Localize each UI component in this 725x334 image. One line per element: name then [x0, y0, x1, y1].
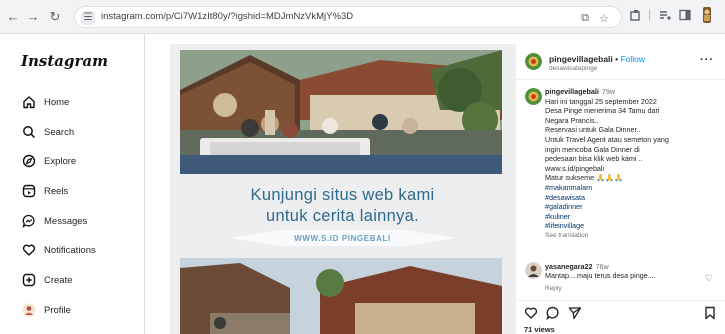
sidebar-item-create[interactable]: Create — [16, 270, 136, 292]
hashtag-link[interactable]: #lifeinvillage — [545, 221, 721, 231]
reload-icon[interactable]: ↻ — [46, 8, 64, 26]
comment-timestamp: 76w — [595, 262, 609, 271]
sidebar-item-reels[interactable]: Reels — [16, 181, 136, 203]
views-count: 71 views — [524, 325, 555, 334]
comment-text: Mantap....maju terus desa pinge.... — [545, 271, 656, 281]
like-heart-icon[interactable] — [524, 306, 538, 323]
post-caption: pingevillagebali 79w Hari ini tanggal 25 … — [545, 87, 721, 241]
back-arrow-icon[interactable]: ← — [4, 8, 22, 26]
see-translation-link[interactable]: See translation — [545, 231, 721, 241]
url-text: instagram.com/p/Ci7W1zIt80y/?igshid=MDJm… — [101, 11, 354, 22]
forward-arrow-icon[interactable]: → — [24, 8, 42, 26]
sidebar-item-profile[interactable]: Profile — [16, 300, 136, 322]
site-info-icon[interactable]: ☰ — [81, 11, 95, 25]
sidebar-item-label: Home — [44, 97, 70, 108]
caption-line: ingin mencoba Gala Dinner di — [545, 144, 640, 154]
commenter-avatar[interactable] — [525, 262, 542, 279]
sidebar: Instagram Home Search Explore Reels Mess… — [0, 34, 145, 334]
sidebar-item-home[interactable]: Home — [16, 92, 136, 114]
promo-heading-line2: untuk cerita lainnya. — [265, 207, 420, 225]
profile-avatar-icon — [21, 303, 37, 319]
post-detail-panel: pingevillagebali • Follow desawisataping… — [515, 44, 725, 334]
install-app-icon[interactable]: ⧉ — [581, 12, 589, 25]
reply-link[interactable]: Reply — [545, 285, 562, 292]
caption-line: Untuk Travel Agent atau semeton yang — [545, 134, 669, 144]
caption-line: Reservasi untuk Gala Dinner.. — [545, 125, 641, 135]
messages-icon — [21, 214, 37, 230]
caption-line: pedesaan bisa klik web kami .. — [545, 154, 643, 164]
more-options-icon[interactable]: ··· — [700, 54, 714, 66]
post-author-username[interactable]: pingevillagebali — [549, 54, 613, 64]
side-panel-icon[interactable] — [679, 9, 691, 24]
browser-toolbar: ← → ↻ ☰ instagram.com/p/Ci7W1zIt80y/?igs… — [0, 0, 725, 34]
post-photo-bottom — [180, 258, 502, 334]
caption-line: Hari ini tanggal 25 september 2022 — [545, 96, 657, 106]
sidebar-item-label: Create — [44, 275, 73, 286]
post-photo-top — [180, 50, 502, 174]
like-comment-heart-icon[interactable]: ♡ — [705, 273, 713, 284]
sidebar-item-label: Notifications — [44, 245, 96, 256]
hashtag-link[interactable]: #galadinner — [545, 202, 721, 212]
save-bookmark-icon[interactable] — [703, 306, 717, 323]
sidebar-item-label: Reels — [44, 186, 69, 197]
follow-button[interactable]: Follow — [620, 54, 645, 64]
caption-username[interactable]: pingevillagebali — [545, 87, 599, 96]
caption-line: www.s.id/pingebali — [545, 163, 605, 173]
promo-url: WWW.S.ID PINGEBALI — [294, 234, 391, 243]
home-icon — [21, 95, 37, 111]
caption-line: Negara Prancis.. — [545, 115, 599, 125]
caption-timestamp: 79w — [601, 87, 616, 96]
sidebar-item-label: Messages — [44, 216, 88, 227]
share-paper-plane-icon[interactable] — [568, 306, 582, 323]
bookmark-star-icon[interactable]: ☆ — [599, 12, 609, 25]
heart-icon — [21, 243, 37, 259]
author-avatar[interactable] — [525, 53, 542, 70]
caption-line: Matur sukseme 🙏🙏🙏 — [545, 173, 623, 183]
hashtag-link[interactable]: #makanmalam — [545, 183, 721, 193]
profile-avatar-icon[interactable] — [700, 6, 714, 27]
post-actions: 71 views — [516, 300, 725, 334]
sidebar-item-explore[interactable]: Explore — [16, 151, 136, 173]
address-bar[interactable]: ☰ instagram.com/p/Ci7W1zIt80y/?igshid=MD… — [74, 6, 622, 28]
hashtag-link[interactable]: #desawisata — [545, 193, 721, 203]
post-image[interactable]: Kunjungi situs web kami untuk cerita lai… — [170, 44, 515, 334]
post-author[interactable]: pingevillagebali • Follow — [549, 54, 645, 64]
instagram-logo[interactable]: Instagram — [21, 52, 108, 70]
hashtag-link[interactable]: #kuliner — [545, 212, 721, 222]
promo-heading-line1: Kunjungi situs web kami — [250, 186, 435, 204]
comment: yasanegara22 76w Mantap....maju terus des… — [545, 262, 721, 281]
sidebar-item-label: Explore — [44, 156, 77, 167]
toolbar-divider: | — [648, 7, 652, 21]
comment-username[interactable]: yasanegara22 — [545, 262, 593, 271]
post-header: pingevillagebali • Follow desawisataping… — [516, 44, 725, 80]
explore-icon — [21, 154, 37, 170]
sidebar-item-search[interactable]: Search — [16, 122, 136, 144]
extensions-icon[interactable] — [630, 9, 642, 24]
sidebar-item-label: Search — [44, 127, 75, 138]
reels-icon — [21, 184, 37, 200]
sidebar-item-notifications[interactable]: Notifications — [16, 240, 136, 262]
sidebar-item-label: Profile — [44, 305, 71, 316]
comment-bubble-icon[interactable] — [546, 306, 560, 323]
caption-line: Desa Pinge menerima 34 Tamu dari — [545, 106, 660, 116]
create-icon — [21, 273, 37, 289]
post-author-subtitle[interactable]: desawisatapinge — [549, 65, 597, 72]
media-control-icon[interactable] — [659, 9, 671, 24]
search-icon — [21, 125, 37, 141]
caption-avatar[interactable] — [525, 88, 542, 105]
sidebar-item-messages[interactable]: Messages — [16, 211, 136, 233]
